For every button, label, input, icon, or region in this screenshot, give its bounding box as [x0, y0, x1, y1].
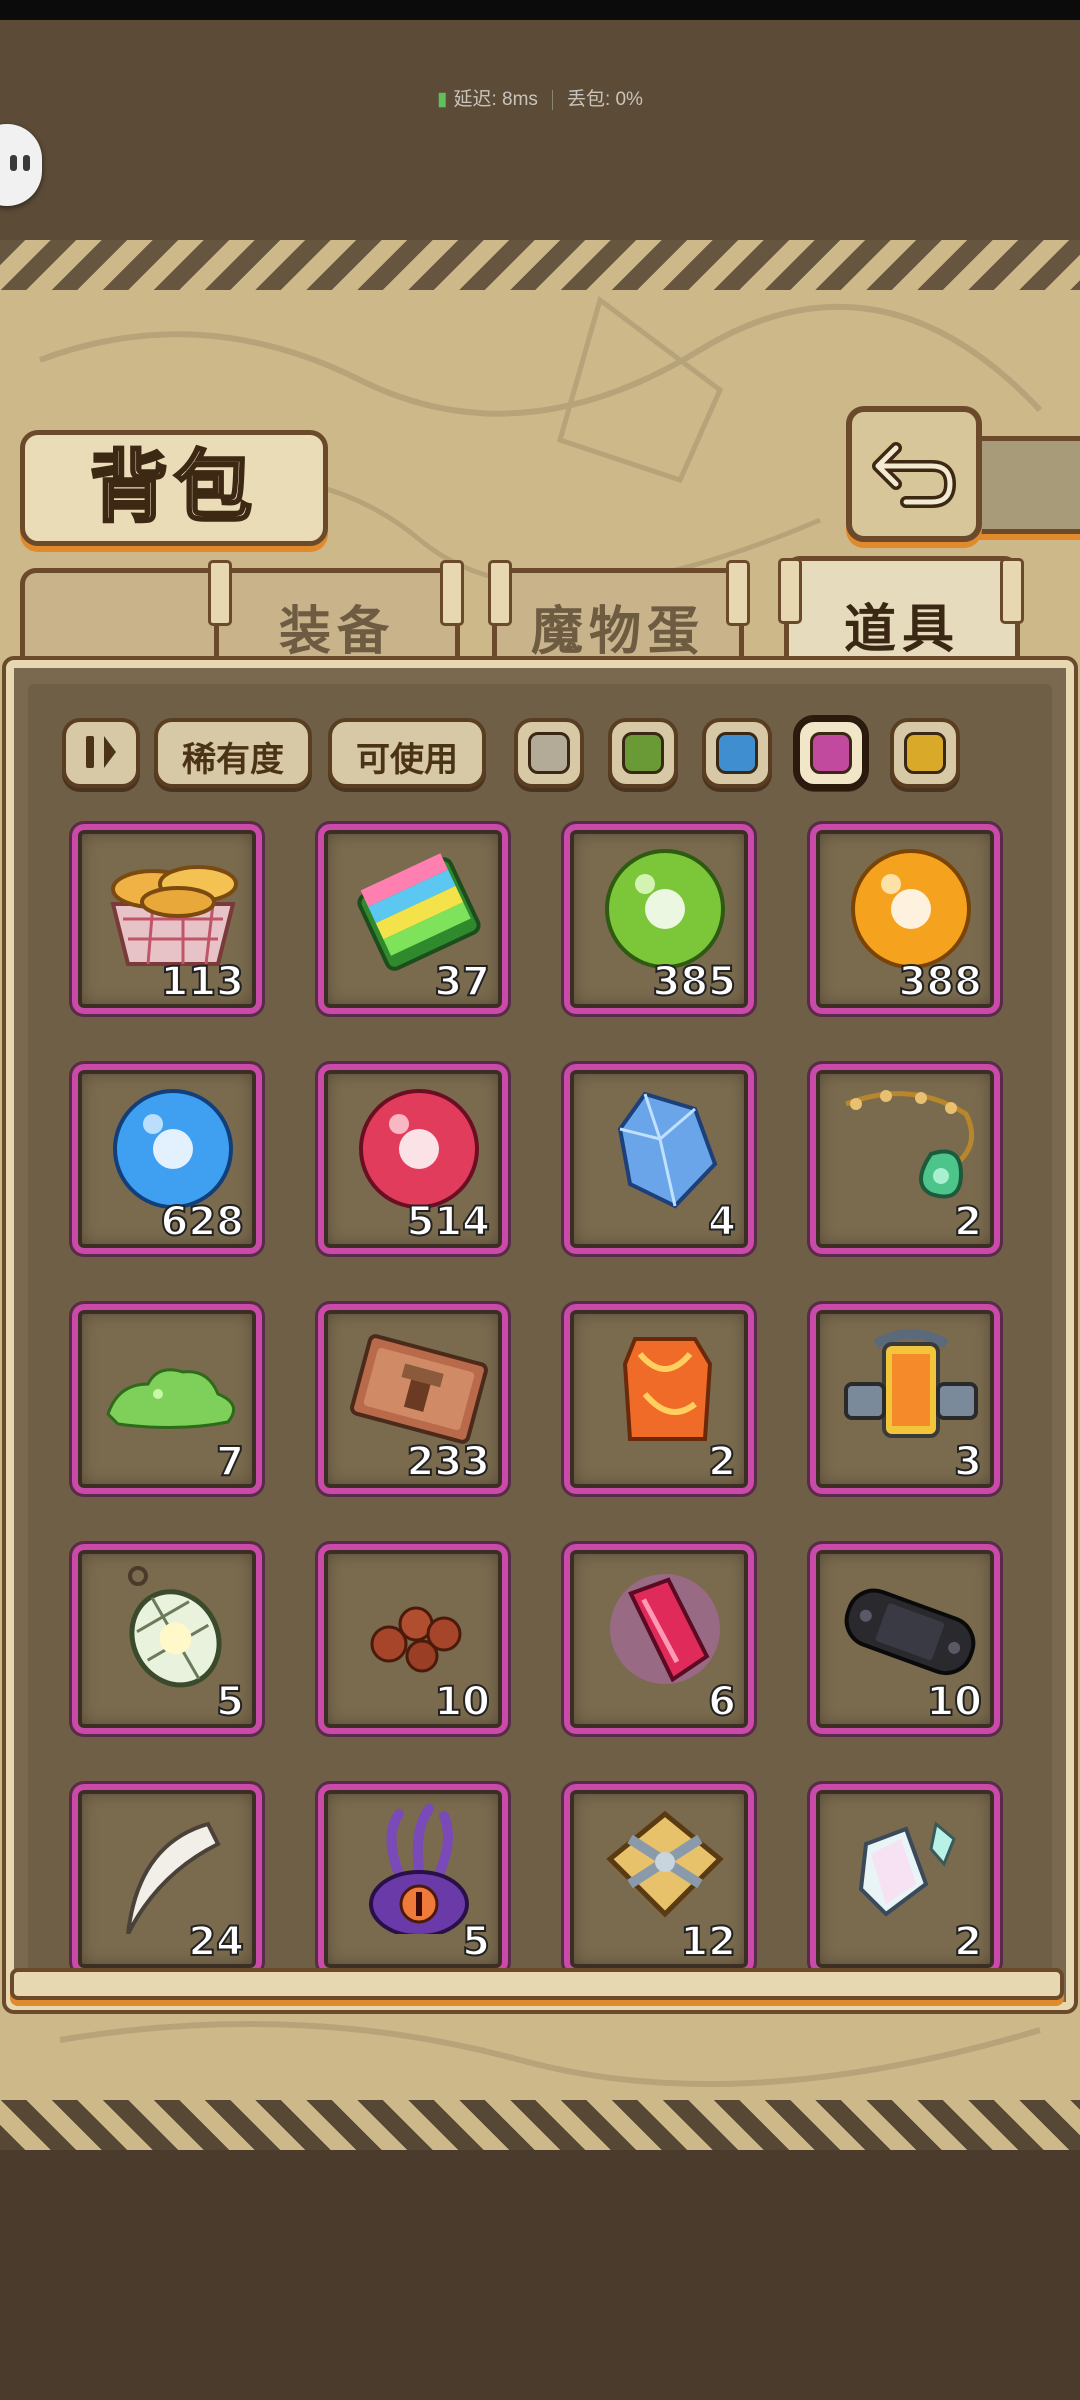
item-count: 628 — [160, 1199, 245, 1245]
tentacle-eye-icon — [369, 1804, 469, 1934]
golden-emblem-icon — [606, 1810, 724, 1918]
tab-post — [778, 558, 802, 624]
tab-items-label: 道具 — [843, 599, 960, 660]
item-slot[interactable]: 233 — [315, 1301, 511, 1497]
signal-icon: ▮ — [437, 89, 448, 110]
item-count: 5 — [461, 1919, 491, 1965]
inventory-bottom-rail — [10, 1968, 1064, 2000]
item-count: 388 — [898, 959, 983, 1005]
item-slot[interactable]: 2 — [807, 1061, 1003, 1257]
rarity-filter-label: 稀有度 — [182, 740, 284, 780]
rarity-filter-button[interactable]: 稀有度 — [154, 718, 312, 788]
sticky-notes-icon — [357, 853, 481, 971]
tab-post — [488, 560, 512, 626]
rarity-grey-swatch[interactable] — [514, 718, 584, 788]
item-slot[interactable]: 385 — [561, 821, 757, 1017]
tab-post — [726, 560, 750, 626]
title-plate: 背包 — [20, 430, 328, 546]
rarity-green-swatch[interactable] — [608, 718, 678, 788]
blue-crystal-icon — [617, 1091, 718, 1209]
rarity-purple-swatch[interactable] — [793, 715, 869, 791]
item-count: 514 — [406, 1199, 491, 1245]
item-slot[interactable]: 5 — [315, 1781, 511, 1977]
flower-necklace-icon — [845, 1090, 975, 1199]
item-count: 385 — [652, 959, 737, 1005]
page-title: 背包 — [88, 441, 258, 535]
magic-crystal-icon — [610, 1574, 720, 1684]
green-slime-icon — [106, 1368, 236, 1430]
item-slot[interactable]: 10 — [807, 1541, 1003, 1737]
item-count: 2 — [707, 1439, 737, 1485]
red-orb-icon — [359, 1089, 479, 1209]
item-slot[interactable]: 24 — [69, 1781, 265, 1977]
top-bar — [0, 0, 1080, 20]
tab-monster-eggs-label: 魔物蛋 — [530, 601, 705, 662]
blue-orb-icon — [113, 1089, 233, 1209]
map-background-bottom — [0, 2150, 1080, 2400]
item-slot[interactable]: 6 — [561, 1541, 757, 1737]
sort-icon — [86, 736, 116, 768]
inventory-area: 稀有度 可使用 113 37 385 388 628 514 4 2 7 233… — [28, 684, 1052, 1986]
item-count: 5 — [215, 1679, 245, 1725]
item-slot[interactable]: 3 — [807, 1301, 1003, 1497]
item-count: 2 — [953, 1199, 983, 1245]
tab-post — [1000, 558, 1024, 624]
network-status: ▮ 延迟: 8ms 丢包: 0% — [0, 84, 1080, 111]
item-count: 113 — [160, 959, 245, 1005]
item-slot[interactable]: 10 — [315, 1541, 511, 1737]
item-count: 233 — [406, 1439, 491, 1485]
item-slot[interactable]: 7 — [69, 1301, 265, 1497]
green-orb-icon — [605, 849, 725, 969]
item-slot[interactable]: 628 — [69, 1061, 265, 1257]
rarity-yellow-swatch[interactable] — [890, 718, 960, 788]
map-background-top — [0, 20, 1080, 240]
claw-fang-icon — [126, 1821, 221, 1934]
sort-toggle-button[interactable] — [62, 718, 140, 788]
item-slot[interactable]: 5 — [69, 1541, 265, 1737]
tab-items[interactable]: 道具 — [784, 556, 1020, 671]
item-count: 7 — [215, 1439, 245, 1485]
item-slot[interactable]: 4 — [561, 1061, 757, 1257]
bread-basket-icon — [110, 865, 238, 966]
latency-text: 延迟: 8ms — [453, 89, 538, 110]
item-count: 3 — [953, 1439, 983, 1485]
orange-orb-icon — [851, 849, 971, 969]
return-arrow-icon — [872, 442, 957, 508]
item-slot[interactable]: 388 — [807, 821, 1003, 1017]
item-count: 37 — [433, 959, 491, 1005]
item-slot[interactable]: 113 — [69, 821, 265, 1017]
handheld-console-icon — [844, 1588, 976, 1676]
rarity-blue-swatch[interactable] — [702, 718, 772, 788]
energy-canister-icon — [844, 1329, 978, 1438]
item-slot[interactable]: 2 — [561, 1301, 757, 1497]
item-slot[interactable]: 37 — [315, 821, 511, 1017]
item-count: 12 — [679, 1919, 737, 1965]
hammer-ticket-icon — [350, 1334, 488, 1444]
item-count: 24 — [187, 1919, 245, 1965]
back-button-strip — [968, 436, 1080, 534]
tab-post — [208, 560, 232, 626]
item-count: 4 — [707, 1199, 737, 1245]
usable-filter-label: 可使用 — [356, 740, 458, 780]
tab-equipment-label: 装备 — [278, 601, 395, 662]
item-count: 10 — [433, 1679, 491, 1725]
packet-loss-text: 丢包: 0% — [566, 89, 643, 110]
item-slot[interactable]: 2 — [807, 1781, 1003, 1977]
berries-icon — [370, 1606, 462, 1673]
inventory-frame: 稀有度 可使用 113 37 385 388 628 514 4 2 7 233… — [2, 656, 1078, 2014]
tab-edge-left — [20, 568, 230, 667]
item-slot[interactable]: 514 — [315, 1061, 511, 1257]
tab-monster-eggs[interactable]: 魔物蛋 — [492, 568, 744, 667]
back-button[interactable] — [846, 406, 982, 542]
tab-equipment[interactable]: 装备 — [214, 568, 460, 667]
usable-filter-button[interactable]: 可使用 — [328, 718, 486, 788]
item-count: 2 — [953, 1919, 983, 1965]
lantern-icon — [128, 1566, 222, 1688]
item-count: 10 — [925, 1679, 983, 1725]
item-slot[interactable]: 12 — [561, 1781, 757, 1977]
item-count: 6 — [707, 1679, 737, 1725]
prism-shard-icon — [858, 1821, 956, 1917]
tab-post — [440, 560, 464, 626]
amber-stone-icon — [622, 1337, 713, 1441]
